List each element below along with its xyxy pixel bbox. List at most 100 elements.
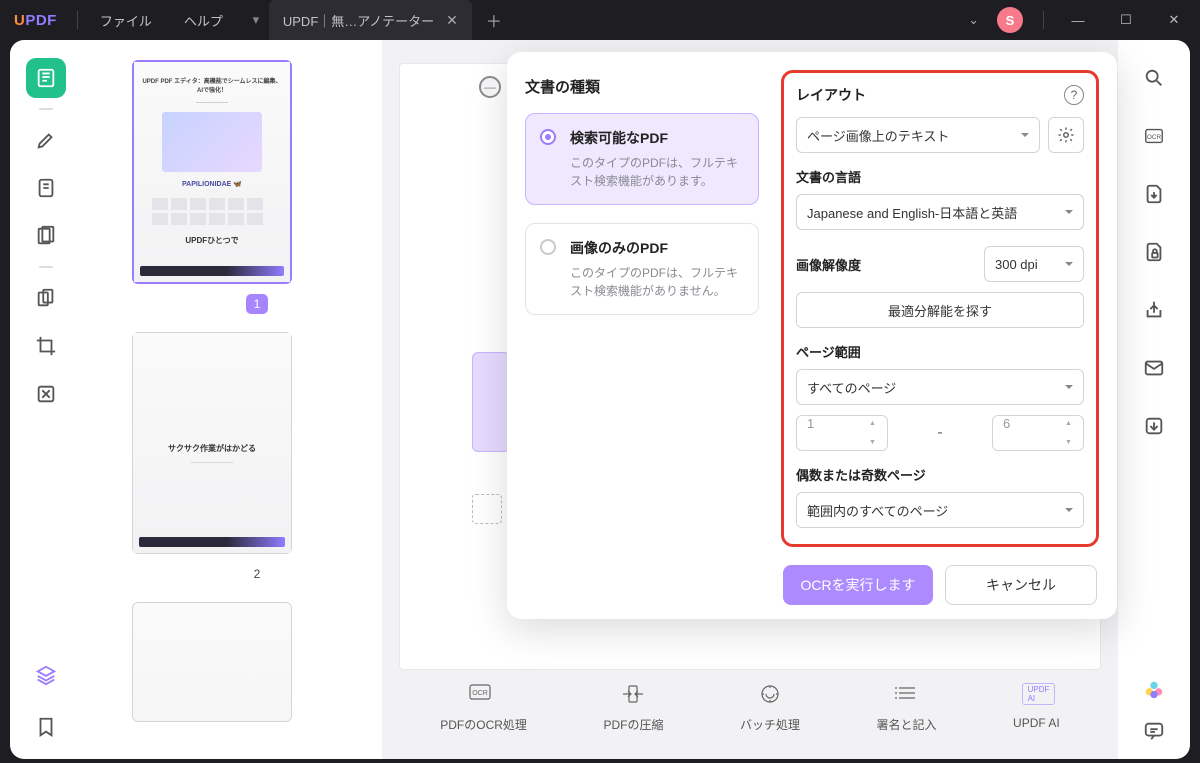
menu-help[interactable]: ヘルプ [168,11,239,30]
separator [39,108,53,110]
cancel-button[interactable]: キャンセル [945,565,1097,605]
copy-pages-icon [35,287,57,309]
popover-collapse-button[interactable]: — [479,76,501,98]
print-button[interactable] [1134,406,1174,446]
document-tab[interactable]: UPDF｜無…アノテーター ✕ [269,0,472,40]
tool-shortcuts: OCR PDFのOCR処理 PDFの圧縮 バッチ処理 署名と記入 UPDF AI… [382,680,1118,733]
right-bottom-tools [1118,679,1190,747]
flower-icon [1143,679,1165,701]
left-toolbar [10,40,82,759]
page-thumbnail-3[interactable] [132,602,292,722]
shortcut-sign[interactable]: 署名と記入 [877,680,937,733]
selection-handle[interactable] [472,494,502,524]
tool-redact[interactable] [26,278,66,318]
range-from-input[interactable]: 1 ▲ ▼ [796,415,888,451]
workspace: UPDF PDF エディタ：高機能でシームレスに編集、AIで強化！ ──────… [10,40,1190,759]
tool-reader[interactable] [26,58,66,98]
layout-label: レイアウト [796,85,866,105]
divider [77,11,78,29]
chat-icon [1143,720,1165,742]
spin-up-icon[interactable]: ▲ [1065,420,1079,427]
section-title: 文書の種類 [525,76,759,97]
option-title: 検索可能なPDF [570,128,744,148]
thumb-footer: UPDFひとつで [185,235,238,246]
tool-organize[interactable] [26,216,66,256]
convert-button[interactable] [1134,174,1174,214]
save-icon [1143,415,1165,437]
tab-home-icon[interactable]: ▾ [243,12,269,28]
shortcut-ai[interactable]: UPDF AI UPDF AI [1013,680,1060,733]
page-thumbnail-1[interactable]: UPDF PDF エディタ：高機能でシームレスに編集、AIで強化！ ──────… [132,60,292,284]
input-value: 1 [807,416,814,431]
resolution-select[interactable]: 300 dpi [984,246,1084,282]
option-searchable-pdf[interactable]: 検索可能なPDF このタイプのPDFは、フルテキスト検索機能があります。 [525,113,759,205]
window-maximize-button[interactable]: ☐ [1106,5,1146,35]
resolution-label: 画像解像度 [796,255,861,274]
edit-page-icon [35,177,57,199]
pages-icon [35,225,57,247]
page-range-select[interactable]: すべてのページ [796,369,1084,405]
parity-select[interactable]: 範囲内のすべてのページ [796,492,1084,528]
account-avatar[interactable]: S [997,7,1023,33]
svg-text:OCR: OCR [472,690,488,697]
language-label: 文書の言語 [796,167,1084,186]
tool-crop[interactable] [26,326,66,366]
detect-resolution-button[interactable]: 最適分解能を探す [796,292,1084,328]
run-ocr-button[interactable]: OCRを実行します [783,565,933,605]
tool-edit[interactable] [26,168,66,208]
floating-toolbar[interactable] [472,352,510,452]
ai-badge: UPDF AI [1022,683,1056,705]
range-to-input[interactable]: 6 ▲▼ [992,415,1084,451]
pencil-icon [35,129,57,151]
shortcut-ocr[interactable]: OCR PDFのOCR処理 [440,680,527,733]
thumb-mock-image [162,112,262,172]
language-select[interactable]: Japanese and English-日本語と英語 [796,194,1084,230]
page-thumbnail-2[interactable]: サクサク作業がはかどる ──────────── [132,332,292,554]
shortcut-label: バッチ処理 [740,716,800,733]
thumb-heading: UPDF PDF エディタ：高機能でシームレスに編集、AIで強化！ [140,76,284,94]
share-icon [1143,299,1165,321]
tab-close-icon[interactable]: ✕ [446,12,458,29]
account-chevron-icon[interactable]: ⌄ [958,6,989,34]
layers-button[interactable] [26,655,66,695]
batch-icon [751,680,789,708]
layout-select[interactable]: ページ画像上のテキスト [796,117,1040,153]
spin-down-icon[interactable]: ▼ [1065,439,1079,446]
bookmark-button[interactable] [26,707,66,747]
share-button[interactable] [1134,290,1174,330]
window-minimize-button[interactable]: — [1058,5,1098,35]
tab-title: UPDF｜無…アノテーター [283,11,434,30]
radio-icon [540,129,556,145]
tool-annotate[interactable] [26,120,66,160]
shortcut-label: UPDF AI [1013,716,1060,730]
new-tab-button[interactable]: ＋ [472,8,516,32]
help-button[interactable]: ? [1064,85,1084,105]
page-number-2: 2 [246,564,268,584]
spin-down-icon[interactable]: ▼ [869,439,883,446]
thumb-center-text: サクサク作業がはかどる [168,443,256,454]
option-desc: このタイプのPDFは、フルテキスト検索機能があります。 [570,154,744,190]
shortcut-batch[interactable]: バッチ処理 [740,680,800,733]
search-button[interactable] [1134,58,1174,98]
protect-button[interactable] [1134,232,1174,272]
tool-more[interactable] [26,374,66,414]
email-button[interactable] [1134,348,1174,388]
layout-settings-button[interactable] [1048,117,1084,153]
divider [1043,11,1044,29]
range-dash: - [898,424,982,442]
chat-button[interactable] [1143,720,1165,747]
compress-icon [614,680,652,708]
radio-icon [540,239,556,255]
ocr-button[interactable]: OCR [1134,116,1174,156]
window-close-button[interactable]: ✕ [1154,5,1194,35]
layers-icon [35,664,57,686]
doc-type-section: 文書の種類 検索可能なPDF このタイプのPDFは、フルテキスト検索機能がありま… [507,52,777,605]
option-image-only-pdf[interactable]: 画像のみのPDF このタイプのPDFは、フルテキスト検索機能がありません。 [525,223,759,315]
option-desc: このタイプのPDFは、フルテキスト検索機能がありません。 [570,264,744,300]
ai-flower-button[interactable] [1143,679,1165,706]
spin-up-icon[interactable]: ▲ [869,420,883,427]
ocr-icon: OCR [465,680,503,708]
right-toolbar: OCR [1118,40,1190,759]
menu-file[interactable]: ファイル [84,11,168,30]
shortcut-compress[interactable]: PDFの圧縮 [603,680,663,733]
